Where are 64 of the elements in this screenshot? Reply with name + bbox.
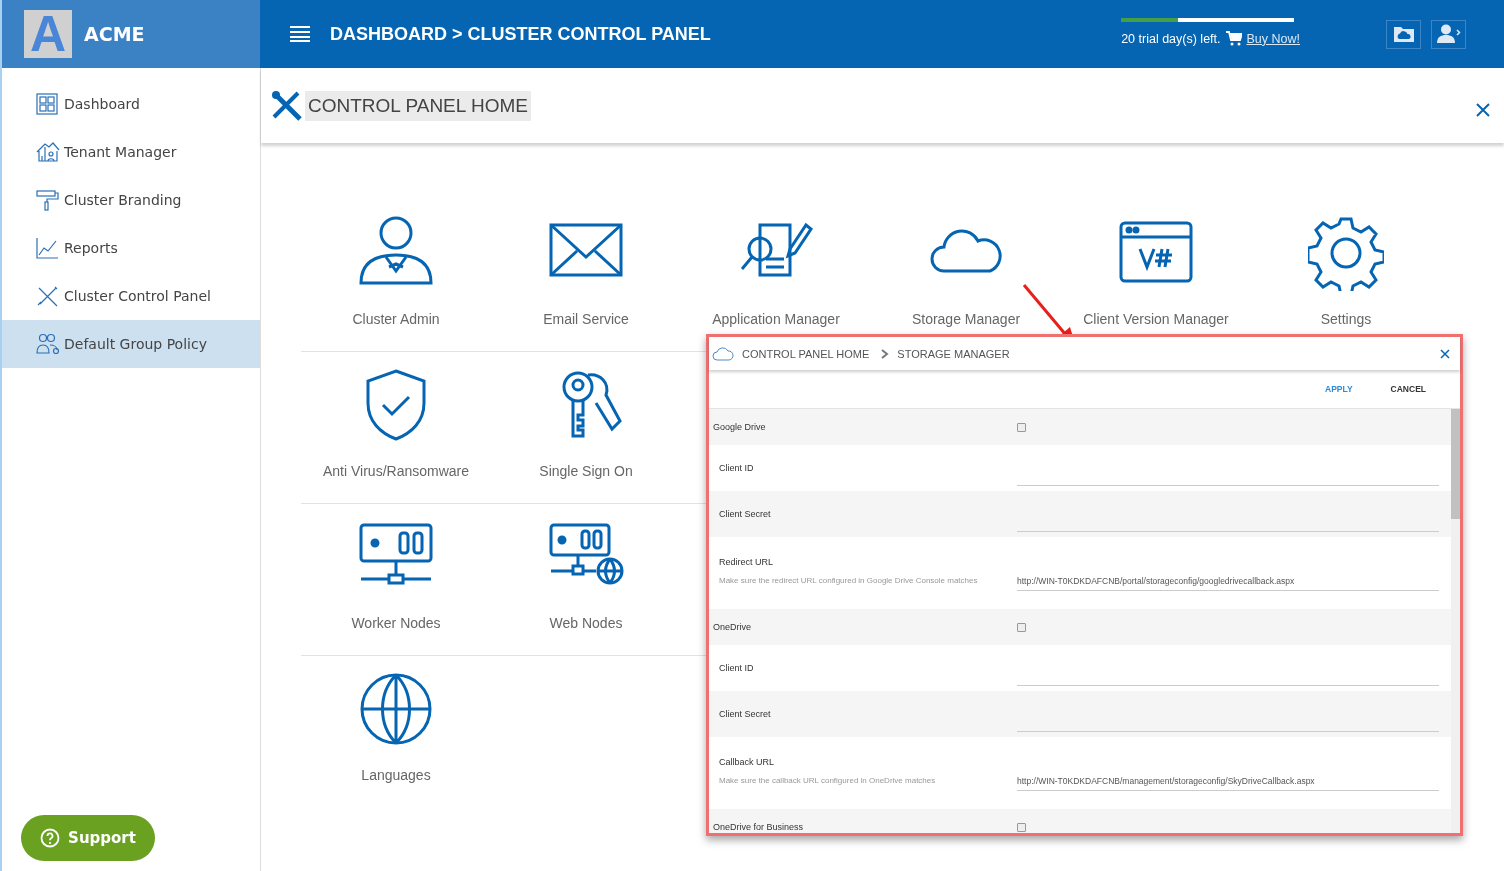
dialog-breadcrumb: STORAGE MANAGER xyxy=(897,347,1010,360)
dialog-breadcrumb[interactable]: CONTROL PANEL HOME xyxy=(742,347,870,360)
section-label: OneDrive for Business xyxy=(712,822,805,832)
tile-label: Client Version Manager xyxy=(1083,311,1229,327)
sidebar-item[interactable]: Reports xyxy=(2,224,260,272)
tools-icon xyxy=(36,285,60,307)
tile-label: Web Nodes xyxy=(549,615,623,631)
field-label: Client Secret xyxy=(719,709,772,719)
breadcrumb: DASHBOARD > CLUSTER CONTROL PANEL xyxy=(330,23,712,45)
page-title: CONTROL PANEL HOME xyxy=(305,90,531,121)
buy-now-link[interactable]: Buy Now! xyxy=(1246,31,1300,46)
section-label: Google Drive xyxy=(712,422,767,432)
field-label: Client Secret xyxy=(719,509,772,519)
user-menu-button[interactable] xyxy=(1431,19,1466,49)
checkbox[interactable] xyxy=(1017,422,1026,432)
cloud-icon xyxy=(712,346,734,361)
house-icon xyxy=(36,141,60,163)
close-icon[interactable] xyxy=(1476,102,1490,117)
cancel-button[interactable]: CANCEL xyxy=(1376,380,1440,398)
cloud-folder-icon xyxy=(1392,25,1415,43)
trial-days-text: 20 trial day(s) left. xyxy=(1121,31,1221,46)
brand-name: ACME xyxy=(84,23,145,45)
section-label: OneDrive xyxy=(712,622,752,632)
user-icon xyxy=(1436,24,1461,44)
sidebar-item[interactable]: Default Group Policy xyxy=(2,320,260,368)
settings-icon[interactable] xyxy=(1308,215,1384,291)
sidebar-item[interactable]: Dashboard xyxy=(2,80,260,128)
field-label: Client ID xyxy=(719,463,755,473)
tile-label: Cluster Admin xyxy=(352,311,440,327)
apply-button[interactable]: APPLY xyxy=(1311,380,1367,398)
chevron-right-icon xyxy=(881,348,890,359)
input-field[interactable]: http://WIN-T0KDKDAFCNB/portal/storageconfig/googledrivecallback.aspx xyxy=(1017,565,1439,591)
line-chart-icon xyxy=(36,237,60,259)
close-icon[interactable] xyxy=(1440,348,1450,359)
sidebar-item[interactable]: Cluster Control Panel xyxy=(2,272,260,320)
sidebar-item[interactable]: Tenant Manager xyxy=(2,128,260,176)
input-field[interactable]: http://WIN-T0KDKDAFCNB/management/storageconfig/SkyDriveCallback.aspx xyxy=(1017,765,1439,791)
scrollbar[interactable] xyxy=(1451,409,1460,833)
tile-label: Application Manager xyxy=(712,311,840,327)
logo: A xyxy=(24,10,72,58)
help-icon xyxy=(40,828,61,848)
tile-label: Single Sign On xyxy=(539,463,633,479)
tile-label: Email Service xyxy=(543,311,629,327)
paint-roller-icon xyxy=(36,189,60,211)
menu-icon[interactable] xyxy=(290,26,310,42)
tile-label: Worker Nodes xyxy=(351,615,441,631)
checkbox[interactable] xyxy=(1017,622,1026,632)
field-label: Client ID xyxy=(719,663,755,673)
checkbox[interactable] xyxy=(1017,822,1026,832)
field-label: Redirect URL xyxy=(719,557,775,567)
tile-label: Settings xyxy=(1320,311,1372,327)
tile-label: Storage Manager xyxy=(911,311,1021,327)
field-hint: Make sure the callback URL configured in OneDrive matches xyxy=(719,775,937,787)
tools-icon xyxy=(271,89,303,122)
sidebar-item[interactable]: Cluster Branding xyxy=(2,176,260,224)
field-label: Callback URL xyxy=(719,757,776,767)
field-hint: Make sure the redirect URL configured in Google Drive Console matches xyxy=(719,575,979,587)
cart-icon xyxy=(1225,31,1242,46)
grid-icon xyxy=(36,93,60,115)
tile-label: Anti Virus/Ransomware xyxy=(323,463,469,479)
cloud-folder-button[interactable] xyxy=(1386,19,1421,49)
tile-label: Languages xyxy=(361,767,431,783)
globe-icon[interactable] xyxy=(358,671,434,747)
users-icon xyxy=(36,333,60,355)
